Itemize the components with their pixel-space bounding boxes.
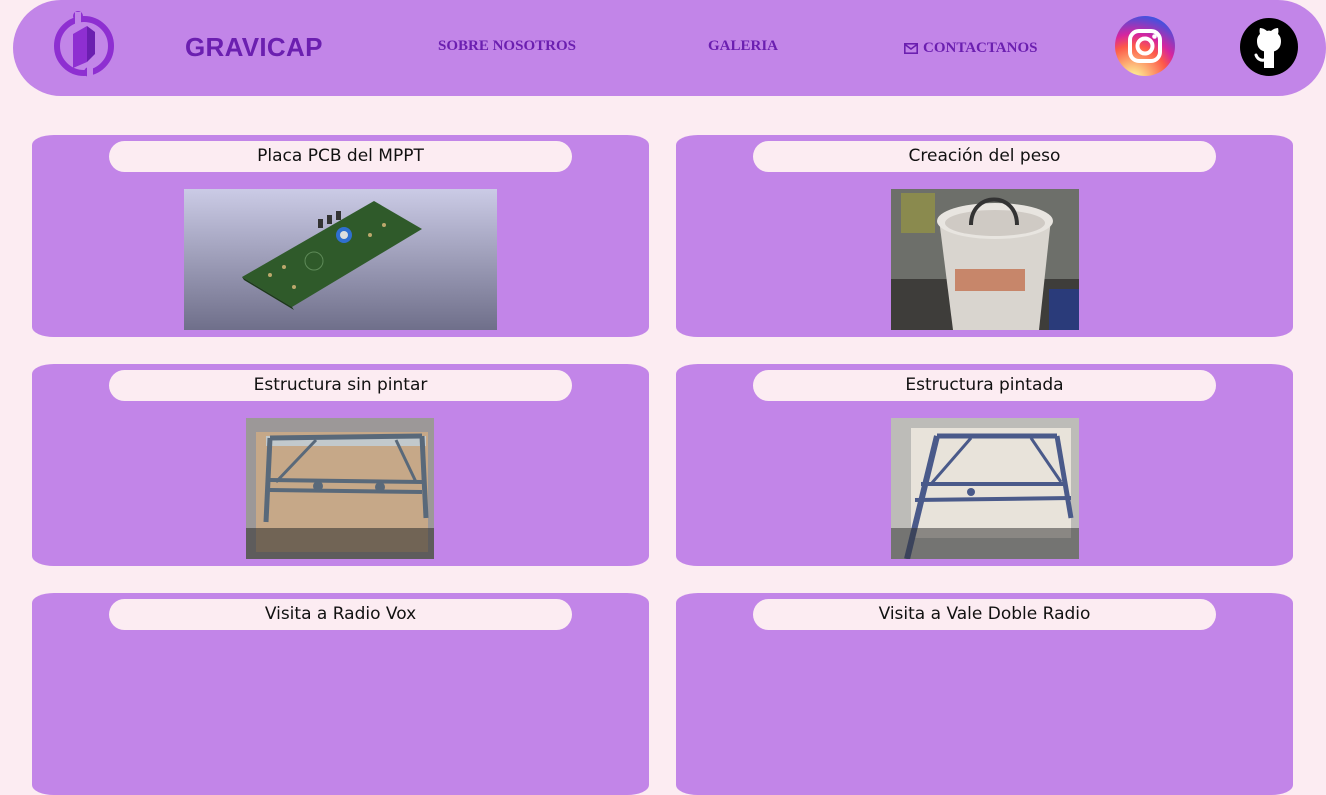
nav-contact[interactable]: CONTACTANOS: [904, 40, 1037, 57]
gallery-card: Creación del peso: [676, 135, 1293, 337]
logo-icon[interactable]: [51, 10, 117, 80]
gallery-card: Placa PCB del MPPT: [32, 135, 649, 337]
instagram-icon[interactable]: [1115, 16, 1175, 76]
gallery-card: Visita a Radio Vox: [32, 593, 649, 795]
github-icon[interactable]: [1240, 18, 1298, 76]
weight-photo[interactable]: [891, 189, 1079, 330]
card-title: Creación del peso: [753, 141, 1216, 172]
gallery-card: Visita a Vale Doble Radio: [676, 593, 1293, 795]
frame-unpainted-photo[interactable]: [246, 418, 434, 559]
mail-icon: [904, 43, 918, 54]
card-title: Estructura pintada: [753, 370, 1216, 401]
card-title: Visita a Radio Vox: [109, 599, 572, 630]
card-title: Visita a Vale Doble Radio: [753, 599, 1216, 630]
navbar: GRAVICAP SOBRE NOSOTROS GALERIA CONTACTA…: [13, 0, 1326, 96]
gallery-card: Estructura sin pintar: [32, 364, 649, 566]
card-title: Estructura sin pintar: [109, 370, 572, 401]
nav-about[interactable]: SOBRE NOSOTROS: [438, 38, 576, 55]
nav-gallery[interactable]: GALERIA: [708, 38, 778, 55]
frame-painted-photo[interactable]: [891, 418, 1079, 559]
card-title: Placa PCB del MPPT: [109, 141, 572, 172]
nav-contact-label: CONTACTANOS: [923, 40, 1038, 56]
gallery-card: Estructura pintada: [676, 364, 1293, 566]
pcb-photo[interactable]: [184, 189, 497, 330]
brand-title[interactable]: GRAVICAP: [185, 32, 323, 63]
